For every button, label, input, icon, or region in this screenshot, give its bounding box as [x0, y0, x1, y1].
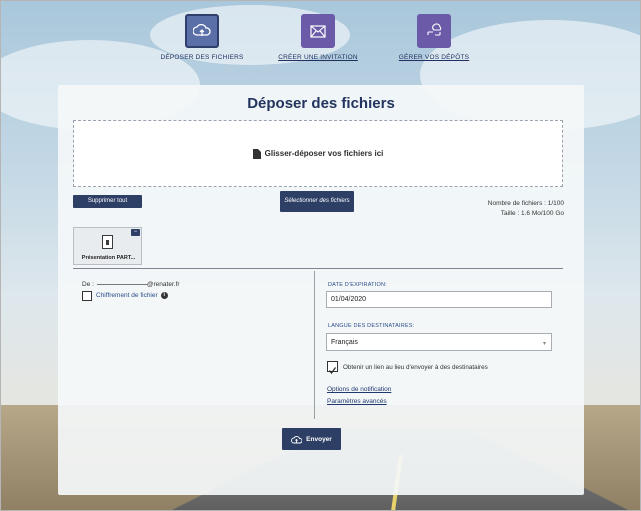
masked-email	[96, 283, 147, 285]
nav-item-gerer[interactable]: GÉRER VOS DÉPÔTS	[374, 14, 494, 61]
dropzone-label: Glisser-déposer vos fichiers ici	[264, 149, 384, 158]
notification-options-link[interactable]: Options de notification	[327, 386, 391, 393]
nav-label: CRÉER UNE INVITATION	[278, 54, 358, 61]
chevron-down-icon: ▾	[542, 341, 546, 347]
nav-item-invitation[interactable]: CRÉER UNE INVITATION	[258, 14, 378, 61]
expiration-label: DATE D'EXPIRATION:	[328, 282, 387, 288]
encryption-label: Chiffrement de fichier	[96, 292, 158, 299]
from-label: De :	[82, 281, 94, 288]
check-icon	[329, 367, 336, 374]
file-count: Nombre de fichiers : 1/100	[487, 200, 564, 207]
remove-file-icon[interactable]: −	[131, 229, 140, 236]
nav-label: DÉPOSER DES FICHIERS	[160, 54, 244, 61]
delete-all-button[interactable]: Supprimer tout	[73, 195, 142, 208]
upload-panel: Déposer des fichiers Glisser-déposer vos…	[58, 85, 584, 495]
dropzone[interactable]: Glisser-déposer vos fichiers ici	[73, 120, 563, 187]
page-title: Déposer des fichiers	[247, 95, 395, 112]
file-tile[interactable]: − Présentation PART...	[73, 227, 142, 265]
encryption-checkbox[interactable]	[82, 291, 92, 301]
expiration-value: 01/04/2020	[331, 296, 367, 303]
get-link-label: Obtenir un lien au lieu d'envoyer à des …	[343, 364, 488, 371]
file-icon	[102, 235, 113, 249]
file-icon	[252, 148, 261, 159]
cloud-upload-icon	[291, 435, 303, 443]
nav-label: GÉRER VOS DÉPÔTS	[398, 54, 470, 61]
nav-item-deposer[interactable]: DÉPOSER DES FICHIERS	[142, 14, 262, 61]
language-label: LANGUE DES DESTINATAIRES:	[328, 323, 415, 329]
envelope-invite-icon	[301, 14, 335, 48]
expiration-date-input[interactable]: 01/04/2020	[326, 291, 552, 308]
send-button[interactable]: Envoyer	[282, 428, 341, 450]
language-value: Français	[331, 338, 358, 346]
language-select[interactable]: Français ▾	[326, 333, 552, 351]
cloud-manage-icon	[417, 14, 451, 48]
cloud-upload-icon	[185, 14, 219, 48]
file-name: Présentation PART...	[81, 255, 136, 261]
dropzone-text-wrap: Glisser-déposer vos fichiers ici	[252, 148, 384, 159]
get-link-checkbox[interactable]	[327, 361, 338, 374]
send-label: Envoyer	[306, 435, 332, 443]
from-domain: @renater.fr	[146, 281, 180, 288]
select-files-button[interactable]: Sélectionner des fichiers	[280, 191, 354, 212]
divider	[73, 268, 563, 269]
info-icon[interactable]: i	[160, 292, 168, 299]
file-size: Taille : 1.6 Mo/100 Go	[500, 210, 564, 217]
column-divider	[314, 271, 315, 419]
advanced-settings-link[interactable]: Paramètres avancés	[327, 398, 387, 405]
file-stats: Nombre de fichiers : 1/100 Taille : 1.6 …	[488, 199, 564, 219]
from-line: De : @renater.fr	[82, 281, 180, 288]
top-nav: DÉPOSER DES FICHIERS CRÉER UNE INVITATIO…	[0, 14, 641, 66]
encryption-label-wrap: Chiffrement de fichier i	[96, 292, 168, 299]
